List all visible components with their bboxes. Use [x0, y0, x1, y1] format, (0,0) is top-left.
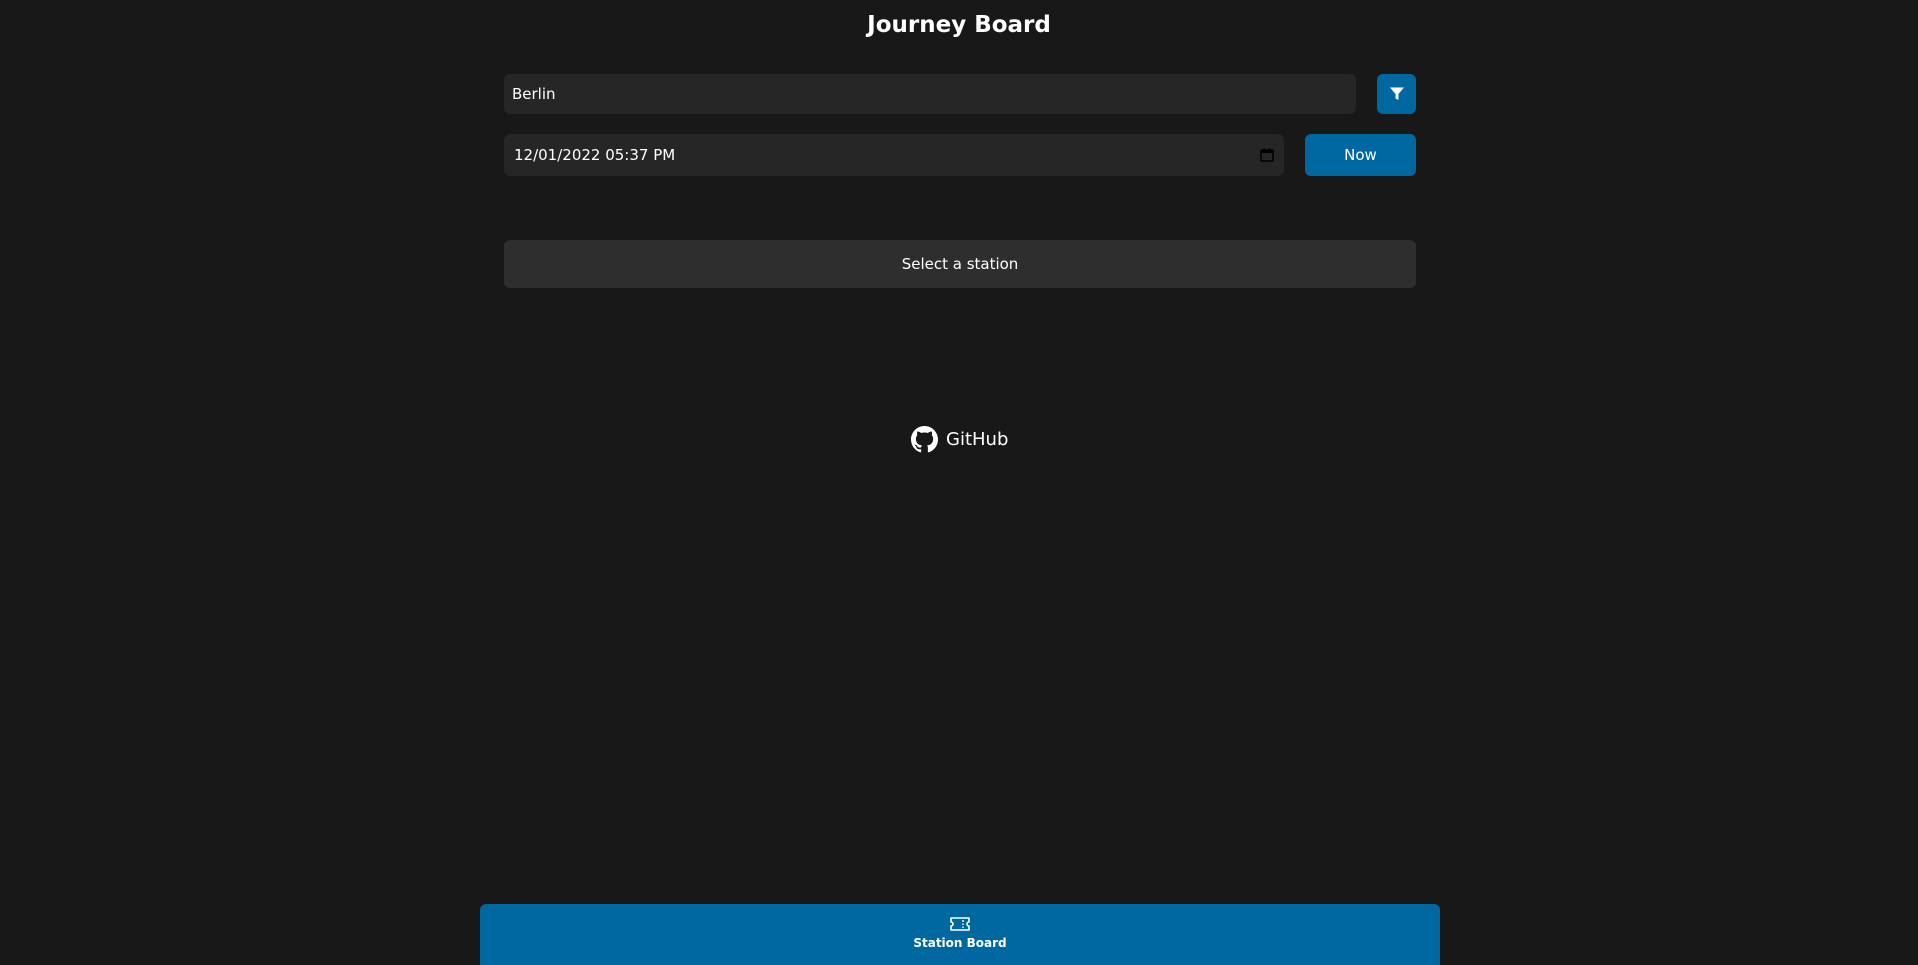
nav-item-label: Station Board: [913, 936, 1007, 950]
datetime-value: 12/01/2022 05:37 PM: [514, 146, 676, 164]
nav-item-station-board[interactable]: Station Board: [913, 904, 1007, 965]
station-search-input[interactable]: [504, 74, 1356, 114]
datetime-input[interactable]: 12/01/2022 05:37 PM: [504, 134, 1284, 176]
github-link[interactable]: GitHub: [911, 424, 1008, 454]
journey-board-page: Journey Board 12/01/2022 05:37 PM Now Se…: [0, 0, 1918, 965]
filter-icon: [1389, 87, 1404, 100]
now-button[interactable]: Now: [1305, 134, 1416, 176]
select-station-placeholder: Select a station: [504, 240, 1416, 288]
github-icon: [911, 425, 938, 453]
github-label: GitHub: [946, 428, 1009, 450]
filter-button[interactable]: [1377, 74, 1416, 114]
calendar-icon[interactable]: [1260, 148, 1274, 162]
page-title: Journey Board: [867, 12, 1051, 38]
bottom-navigation: Station Board: [480, 904, 1440, 965]
ticket-icon: [949, 915, 971, 933]
